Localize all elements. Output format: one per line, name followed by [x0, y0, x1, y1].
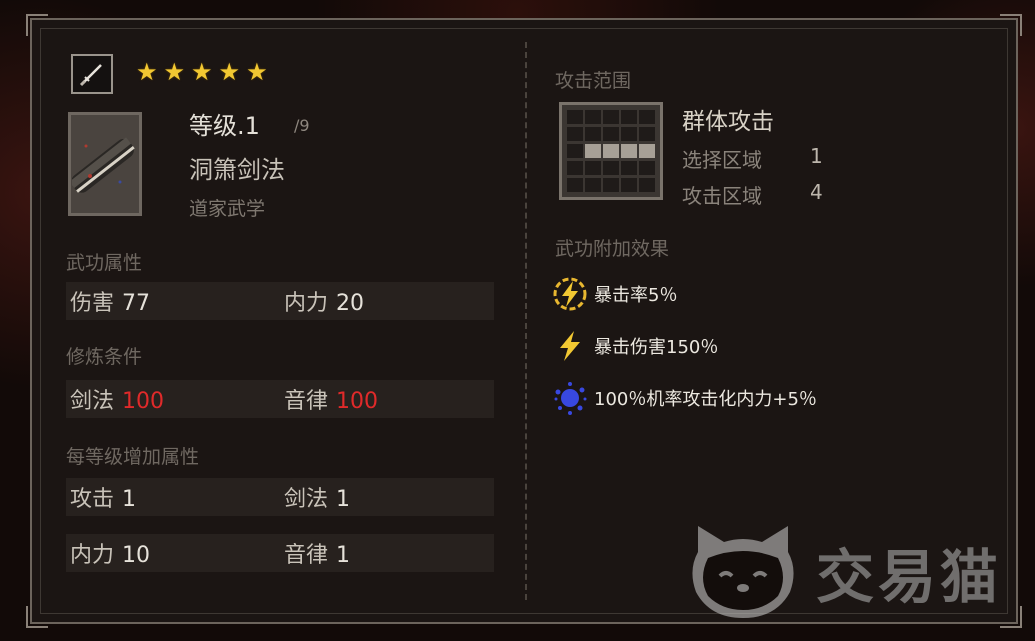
stat-label: 伤害 [70, 291, 115, 316]
req-value: 100 [122, 389, 165, 414]
attack-range-name: 群体攻击 [682, 109, 774, 135]
attributes-title: 武功属性 [66, 252, 143, 274]
requirements-title: 修炼条件 [66, 346, 143, 368]
skill-level-max: /9 [294, 116, 310, 135]
req-label: 剑法 [70, 389, 115, 414]
gain-value: 1 [122, 487, 137, 512]
attack-area: 攻击区域 4 [682, 180, 823, 209]
sword-gain: 剑法 1 [284, 481, 350, 513]
attributes-row: 伤害 77 内力 20 [66, 282, 494, 320]
attack-area-value: 4 [810, 180, 823, 204]
corner-ornament [26, 14, 48, 36]
gain-label: 音律 [284, 543, 329, 568]
cat-face-icon [684, 522, 802, 622]
gain-value: 1 [336, 487, 351, 512]
stat-value: 20 [336, 291, 365, 316]
stat-value: 77 [122, 291, 151, 316]
effects-title: 武功附加效果 [555, 238, 670, 260]
star-icon: ★ [163, 58, 186, 86]
watermark-text: 交易猫 [816, 543, 1003, 611]
attack-area-label: 攻击区域 [682, 184, 762, 208]
star-rating: ★ ★ ★ ★ ★ [136, 60, 268, 84]
skill-level: 等级.1 [189, 112, 260, 140]
effect-item: 暴击伤害150％ [552, 328, 718, 364]
per-level-row: 内力 10 音律 1 [66, 534, 494, 572]
corner-ornament [1000, 606, 1022, 628]
effect-text: 暴击伤害150％ [594, 337, 719, 358]
scroll-icon[interactable] [68, 112, 142, 216]
attack-range-grid [559, 102, 663, 200]
effect-text: 暴击率5％ [594, 285, 678, 306]
music-gain: 音律 1 [284, 537, 350, 569]
skill-name: 洞箫剑法 [189, 156, 285, 184]
inner-force-stat: 内力 20 [284, 285, 364, 317]
skill-type: 道家武学 [189, 198, 266, 220]
star-icon: ★ [246, 58, 268, 86]
gain-label: 内力 [70, 543, 115, 568]
stat-label: 内力 [284, 291, 329, 316]
gain-value: 10 [122, 543, 151, 568]
damage-stat: 伤害 77 [70, 285, 150, 317]
lightning-icon [552, 328, 588, 364]
attack-range-title: 攻击范围 [555, 70, 632, 92]
gain-value: 1 [336, 543, 351, 568]
effect-text: 100％机率攻击化内力+5％ [594, 389, 817, 410]
panel-divider [525, 42, 527, 600]
gain-label: 剑法 [284, 487, 329, 512]
star-icon: ★ [136, 58, 158, 86]
req-label: 音律 [284, 389, 329, 414]
select-area: 选择区域 1 [682, 144, 823, 173]
star-icon: ★ [218, 58, 241, 86]
effect-item: 暴击率5％ [552, 276, 677, 312]
per-level-title: 每等级增加属性 [66, 446, 200, 468]
lightning-circle-icon [552, 276, 588, 312]
inner-force-gain: 内力 10 [70, 537, 150, 569]
watermark: 交易猫 [684, 522, 1002, 622]
music-requirement: 音律 100 [284, 383, 378, 415]
req-value: 100 [336, 389, 379, 414]
corner-ornament [1000, 14, 1022, 36]
sword-icon [71, 54, 113, 94]
attack-gain: 攻击 1 [70, 481, 136, 513]
effect-item: 100％机率攻击化内力+5％ [552, 380, 817, 416]
requirements-row: 剑法 100 音律 100 [66, 380, 494, 418]
blue-burst-icon [552, 380, 588, 416]
corner-ornament [26, 606, 48, 628]
select-area-value: 1 [810, 144, 823, 168]
per-level-row: 攻击 1 剑法 1 [66, 478, 494, 516]
star-icon: ★ [191, 58, 213, 86]
gain-label: 攻击 [70, 487, 115, 512]
sword-requirement: 剑法 100 [70, 383, 164, 415]
select-area-label: 选择区域 [682, 148, 762, 172]
